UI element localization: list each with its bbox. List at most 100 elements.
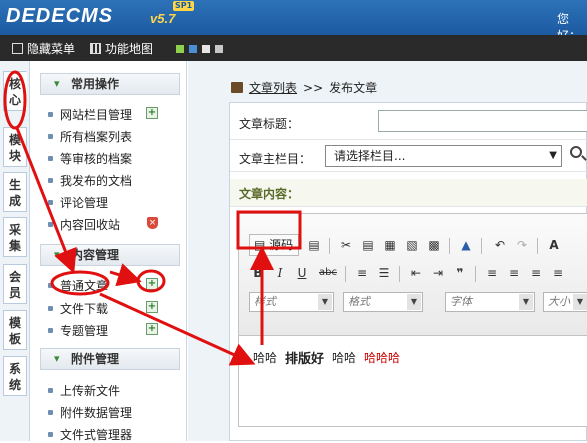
dedecms-logo: DEDECMS — [6, 5, 114, 27]
column-row: 文章主栏目： 请选择栏目... ▼ — [230, 140, 587, 172]
column-select-value: 请选择栏目... — [334, 149, 406, 163]
preview-icon[interactable]: ▤ — [305, 236, 323, 254]
paste-text-icon[interactable]: ▧ — [403, 236, 421, 254]
tab-template[interactable]: 模板 — [3, 310, 27, 350]
print-icon[interactable]: ▲ — [457, 236, 475, 254]
source-button[interactable]: ▤ 源码 — [249, 234, 299, 256]
sidebar-item-article[interactable]: 普通文章 — [48, 277, 108, 294]
function-map-button[interactable]: 功能地图 — [90, 40, 153, 57]
chevron-down-icon: ▼ — [573, 294, 587, 310]
sidebar-item-label: 附件数据管理 — [60, 406, 133, 420]
justify-icon[interactable]: ≡ — [549, 264, 567, 282]
undo-icon[interactable]: ↶ — [491, 236, 509, 254]
toolbar-divider — [399, 266, 400, 282]
toolbar-divider — [449, 238, 450, 254]
bullet-icon — [48, 200, 53, 205]
tab-core[interactable]: 核心 — [3, 71, 27, 111]
sidebar-item-topic-manage[interactable]: 专题管理 — [48, 322, 108, 339]
font-combo[interactable]: 字体 ▼ — [445, 292, 535, 312]
sidebar: 常用操作 网站栏目管理 + 所有档案列表 等审核的档案 我发布的文档 评论管理 … — [30, 61, 187, 443]
title-input[interactable] — [378, 110, 587, 132]
version-tag: SP1 — [173, 1, 195, 11]
copy-icon[interactable]: ▤ — [359, 236, 377, 254]
add-download-icon[interactable]: + — [146, 301, 158, 313]
style-combo[interactable]: 样式 ▼ — [249, 292, 334, 312]
tab-generate[interactable]: 生成 — [3, 172, 27, 212]
grid-icon — [90, 43, 101, 54]
sidebar-item-label: 普通文章 — [60, 279, 109, 293]
top-header: DEDECMS v5.7 SP1 您好： — [0, 0, 587, 43]
left-tabs: 核心 模块 生成 采集 会员 模板 系统 — [0, 61, 30, 441]
skin-blue-swatch[interactable] — [189, 45, 197, 53]
bullet-icon — [48, 222, 53, 227]
format-combo[interactable]: 格式 ▼ — [343, 292, 423, 312]
sidebar-item-label: 我发布的文档 — [60, 174, 133, 188]
strikethrough-icon[interactable]: abc — [317, 264, 339, 282]
sidebar-item-attachment-data[interactable]: 附件数据管理 — [48, 404, 132, 421]
breadcrumb-current: 发布文章 — [329, 81, 378, 95]
find-icon[interactable]: A — [545, 236, 563, 254]
breadcrumb-separator: >> — [303, 80, 324, 95]
paste-word-icon[interactable]: ▩ — [425, 236, 443, 254]
sidebar-item-label: 文件下载 — [60, 302, 109, 316]
section-attachment-manage[interactable]: 附件管理 — [40, 348, 180, 370]
tab-module[interactable]: 模块 — [3, 127, 27, 167]
sidebar-item-file-download[interactable]: 文件下载 — [48, 300, 108, 317]
breadcrumb-article-list-link[interactable]: 文章列表 — [249, 79, 297, 96]
sidebar-item-recycle-bin[interactable]: 内容回收站 — [48, 216, 120, 233]
chevron-down-icon: ▼ — [519, 294, 533, 310]
format-combo-label: 格式 — [348, 295, 370, 308]
bold-icon[interactable]: B — [249, 264, 267, 282]
hide-menu-icon — [12, 43, 23, 54]
sidebar-item-file-manager[interactable]: 文件式管理器 — [48, 426, 132, 443]
toolbar-divider — [329, 238, 330, 254]
outdent-icon[interactable]: ⇤ — [407, 264, 425, 282]
sidebar-item-my-docs[interactable]: 我发布的文档 — [48, 172, 132, 189]
add-article-icon[interactable]: + — [146, 278, 158, 290]
size-combo[interactable]: 大小 ▼ — [543, 292, 587, 312]
editor-text-3: 哈哈 — [332, 351, 357, 365]
italic-icon[interactable]: I — [271, 264, 289, 282]
skin-white-swatch[interactable] — [202, 45, 210, 53]
paste-icon[interactable]: ▦ — [381, 236, 399, 254]
shield-icon[interactable]: × — [147, 217, 158, 229]
search-icon[interactable] — [570, 146, 582, 158]
bullet-icon — [48, 134, 53, 139]
source-button-label: 源码 — [269, 238, 294, 252]
hide-menu-label: 隐藏菜单 — [27, 42, 76, 56]
numbered-list-icon[interactable]: ≡ — [353, 264, 371, 282]
underline-icon[interactable]: U — [293, 264, 311, 282]
skin-green-swatch[interactable] — [176, 45, 184, 53]
blockquote-icon[interactable]: ❞ — [451, 264, 469, 282]
redo-icon[interactable]: ↷ — [513, 236, 531, 254]
column-select[interactable]: 请选择栏目... ▼ — [325, 145, 562, 167]
align-right-icon[interactable]: ≡ — [527, 264, 545, 282]
skin-gray-swatch[interactable] — [215, 45, 223, 53]
font-combo-label: 字体 — [450, 295, 472, 308]
sidebar-item-column-manage[interactable]: 网站栏目管理 — [48, 106, 132, 123]
sidebar-item-all-archives[interactable]: 所有档案列表 — [48, 128, 132, 145]
sidebar-item-upload-file[interactable]: 上传新文件 — [48, 382, 120, 399]
hide-menu-button[interactable]: 隐藏菜单 — [12, 40, 75, 57]
tab-member[interactable]: 会员 — [3, 264, 27, 304]
section-content-manage[interactable]: 内容管理 — [40, 244, 180, 266]
title-row: 文章标题： — [230, 103, 587, 140]
bullet-icon — [48, 156, 53, 161]
bullet-icon — [48, 410, 53, 415]
bullet-list-icon[interactable]: ☰ — [375, 264, 393, 282]
sidebar-item-label: 所有档案列表 — [60, 130, 133, 144]
align-center-icon[interactable]: ≡ — [505, 264, 523, 282]
sidebar-item-pending-review[interactable]: 等审核的档案 — [48, 150, 132, 167]
sidebar-item-comments[interactable]: 评论管理 — [48, 194, 108, 211]
editor-body[interactable]: 哈哈 排版好 哈哈 哈哈哈 — [253, 348, 400, 367]
indent-icon[interactable]: ⇥ — [429, 264, 447, 282]
tab-collect[interactable]: 采集 — [3, 217, 27, 257]
add-topic-icon[interactable]: + — [146, 323, 158, 335]
cut-icon[interactable]: ✂ — [337, 236, 355, 254]
section-common-ops[interactable]: 常用操作 — [40, 73, 180, 95]
sidebar-item-label: 内容回收站 — [60, 218, 121, 232]
toolbar-divider — [537, 238, 538, 254]
add-column-icon[interactable]: + — [146, 107, 158, 119]
align-left-icon[interactable]: ≡ — [483, 264, 501, 282]
tab-system[interactable]: 系统 — [3, 356, 27, 396]
